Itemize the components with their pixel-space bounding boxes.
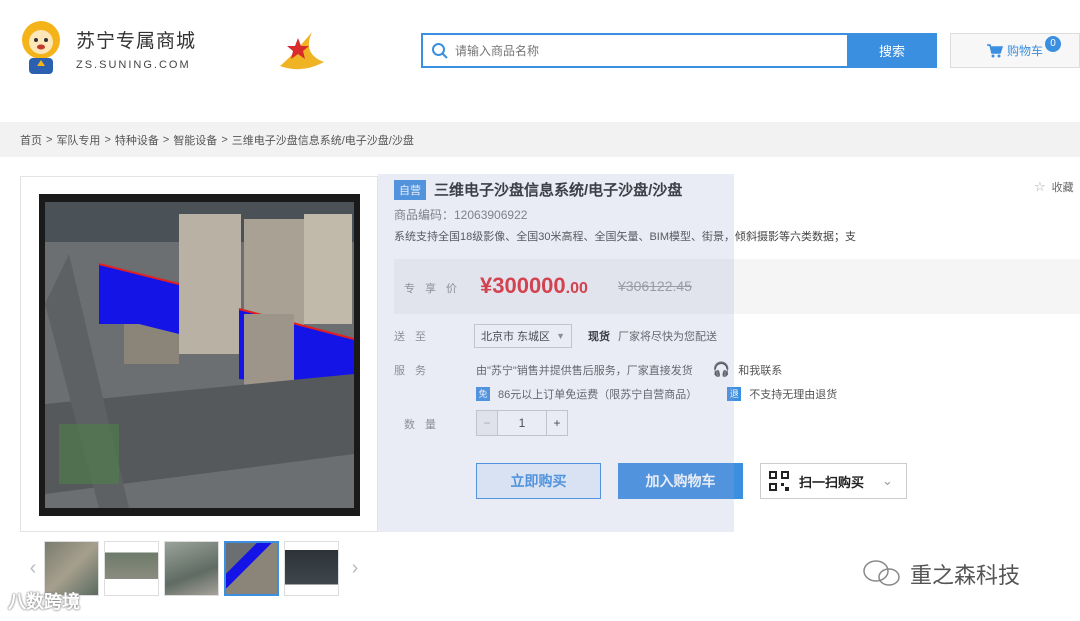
cart-button[interactable]: 购物车 0	[950, 33, 1080, 68]
price-box: 专享价 ¥300000.00 ¥306122.45	[394, 259, 1080, 314]
corner-watermark: 八数跨境	[8, 592, 80, 612]
buy-now-button[interactable]: 立即购买	[476, 463, 601, 499]
ship-label: 送至	[394, 331, 436, 343]
breadcrumb-smart-equipment[interactable]: 智能设备	[173, 132, 217, 148]
price-integer: ¥300000	[480, 273, 566, 298]
breadcrumb-separator: >	[221, 133, 228, 146]
logo-subtitle: ZS.SUNING.COM	[76, 58, 191, 71]
breadcrumb-home[interactable]: 首页	[20, 132, 42, 148]
search-field[interactable]	[421, 33, 847, 68]
search-input[interactable]	[455, 43, 847, 58]
chevron-down-icon: ⌄	[882, 473, 893, 488]
free-shipping-icon: 免	[476, 387, 490, 401]
stock-status: 现货	[587, 331, 610, 343]
product-description: 系统支持全国18级影像、全国30米高程、全国矢量、BIM模型、街景，倾斜摄影等六…	[394, 231, 857, 243]
price-label: 专享价	[404, 283, 467, 295]
favorite-label: 收藏	[1051, 182, 1074, 194]
price-decimal: .00	[565, 280, 588, 297]
dropdown-arrow-icon: ▼	[556, 331, 565, 341]
scan-to-buy-label: 扫一扫购买	[799, 474, 865, 490]
shipping-row: 送至 北京市 东城区 ▼ 现货 厂家将尽快为您配送	[394, 324, 717, 348]
product-main-image[interactable]	[20, 176, 378, 532]
suning-lion-logo-icon	[22, 21, 60, 74]
location-select[interactable]: 北京市 东城区 ▼	[474, 324, 572, 348]
wechat-watermark-text: 重之森科技	[910, 563, 1021, 588]
wechat-watermark: 重之森科技	[862, 558, 1020, 590]
thumbnail-4[interactable]	[224, 541, 279, 596]
breadcrumb-separator: >	[46, 133, 53, 146]
star-icon: ☆	[1034, 179, 1046, 194]
free-shipping-text: 86元以上订单免运费（限苏宁自营商品）	[498, 389, 698, 401]
breadcrumb-separator: >	[104, 133, 111, 146]
product-code: 商品编码：12063906922	[394, 208, 528, 222]
service-label: 服务	[394, 364, 436, 377]
breadcrumb-military[interactable]: 军队专用	[56, 132, 100, 148]
breadcrumb: 首页 > 军队专用 > 特种设备 > 智能设备 > 三维电子沙盘信息系统/电子沙…	[0, 122, 1080, 157]
original-price: ¥306122.45	[618, 278, 692, 294]
breadcrumb-current: 三维电子沙盘信息系统/电子沙盘/沙盘	[231, 134, 414, 147]
service-text: 由"苏宁"销售并提供售后服务，厂家直接发货	[476, 364, 693, 377]
quantity-input[interactable]: 1	[498, 410, 546, 436]
cart-icon	[987, 44, 1003, 58]
thumbnail-2[interactable]	[104, 541, 159, 596]
logo-title: 苏宁专属商城	[76, 30, 197, 52]
cart-count-badge: 0	[1045, 36, 1061, 52]
stock-note: 厂家将尽快为您配送	[617, 331, 717, 343]
search-button[interactable]: 搜索	[847, 33, 937, 68]
wechat-icon	[863, 560, 900, 586]
product-title: 三维电子沙盘信息系统/电子沙盘/沙盘	[434, 182, 683, 199]
thumbnail-prev-button[interactable]: ‹	[22, 557, 44, 580]
army-badge-icon	[280, 32, 324, 70]
current-price: ¥300000.00	[480, 273, 588, 299]
cart-label: 购物车	[1007, 44, 1044, 58]
thumbnail-next-button[interactable]: ›	[344, 557, 366, 580]
contact-link[interactable]: 和我联系	[738, 362, 782, 378]
return-policy-text: 不支持无理由退货	[749, 389, 838, 401]
quantity-stepper: − 1 +	[476, 410, 568, 436]
quantity-label: 数量	[404, 419, 446, 431]
location-value: 北京市 东城区	[481, 331, 551, 343]
policy-row: 免 86元以上订单免运费（限苏宁自营商品） 退 不支持无理由退货	[476, 386, 837, 402]
sand-table-screenshot-image	[39, 194, 360, 516]
add-to-cart-button[interactable]: 加入购物车	[618, 463, 743, 499]
headset-icon: 🎧	[712, 361, 731, 377]
breadcrumb-separator: >	[162, 133, 170, 146]
thumbnail-3[interactable]	[164, 541, 219, 596]
search-icon	[432, 42, 448, 59]
quantity-minus-button[interactable]: −	[476, 410, 498, 436]
return-icon: 退	[727, 387, 742, 401]
search-bar: 搜索	[421, 33, 937, 68]
favorite-button[interactable]: ☆ 收藏	[1034, 179, 1074, 195]
thumbnail-5[interactable]	[284, 541, 339, 596]
breadcrumb-special-equipment[interactable]: 特种设备	[115, 132, 159, 148]
quantity-plus-button[interactable]: +	[546, 410, 568, 436]
site-logo[interactable]: 苏宁专属商城 ZS.SUNING.COM	[18, 20, 196, 76]
qr-code-icon	[769, 471, 789, 491]
service-row: 服务 由"苏宁"销售并提供售后服务，厂家直接发货 🎧 和我联系	[394, 361, 782, 378]
self-operated-tag: 自营	[394, 179, 426, 200]
scan-to-buy-button[interactable]: 扫一扫购买 ⌄	[760, 463, 907, 499]
